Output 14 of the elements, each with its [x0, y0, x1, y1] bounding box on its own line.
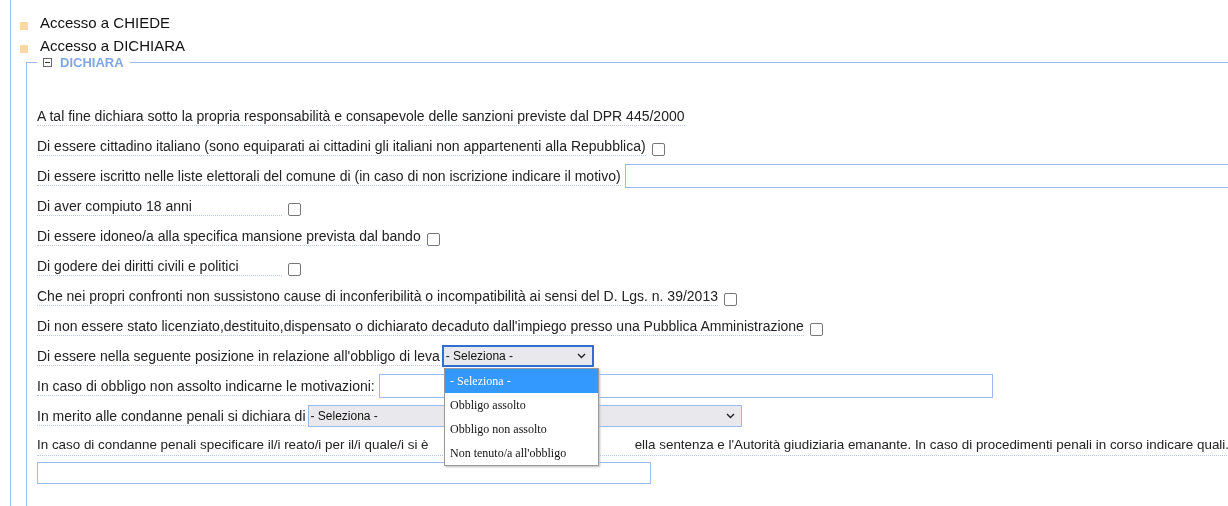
form-label: In caso di obbligo non assolto indicarne le motivazioni: [37, 376, 375, 396]
form-label: Di essere idoneo/a alla specifica mansione prevista dal bando [37, 226, 421, 246]
form-label: A tal fine dichiara sotto la propria responsabilità e consapevole delle sanzioni previste dal DPR 445/2000 [37, 106, 685, 126]
form-label: In caso di condanne penali specificare il/i reato/i per il/i quale/i si è [37, 436, 429, 454]
form-label: In merito alle condanne penali si dichiara di [37, 406, 306, 426]
form-label: Di essere cittadino italiano (sono equiparati ai cittadini gli italiani non appartenenti alla Repubblica) [37, 136, 646, 156]
form-label: Che nei propri confronti non sussistono cause di inconferibilità o incompatibilità ai sensi del D. Lgs. n. 39/2013 [37, 286, 718, 306]
form-label: Di godere dei diritti civili e politici [37, 256, 282, 276]
form-label: ella sentenza e l'Autorità giudiziaria emanante. In caso di procedimenti penali in corso indicare quali. [634, 436, 1228, 454]
form-label: Di aver compiuto 18 anni [37, 196, 282, 216]
form-label: Di non essere stato licenziato,destituito,dispensato o dichiarato decaduto dall'impiego presso una Pubblica Amministrazione [37, 316, 804, 336]
section-title: DICHIARA [60, 54, 124, 72]
form-label: Di essere iscritto nelle liste elettorali del comune di (in caso di non iscrizione indicare il motivo) [37, 166, 621, 186]
form-label: Di essere nella seguente posizione in relazione all'obbligo di leva [37, 346, 440, 366]
